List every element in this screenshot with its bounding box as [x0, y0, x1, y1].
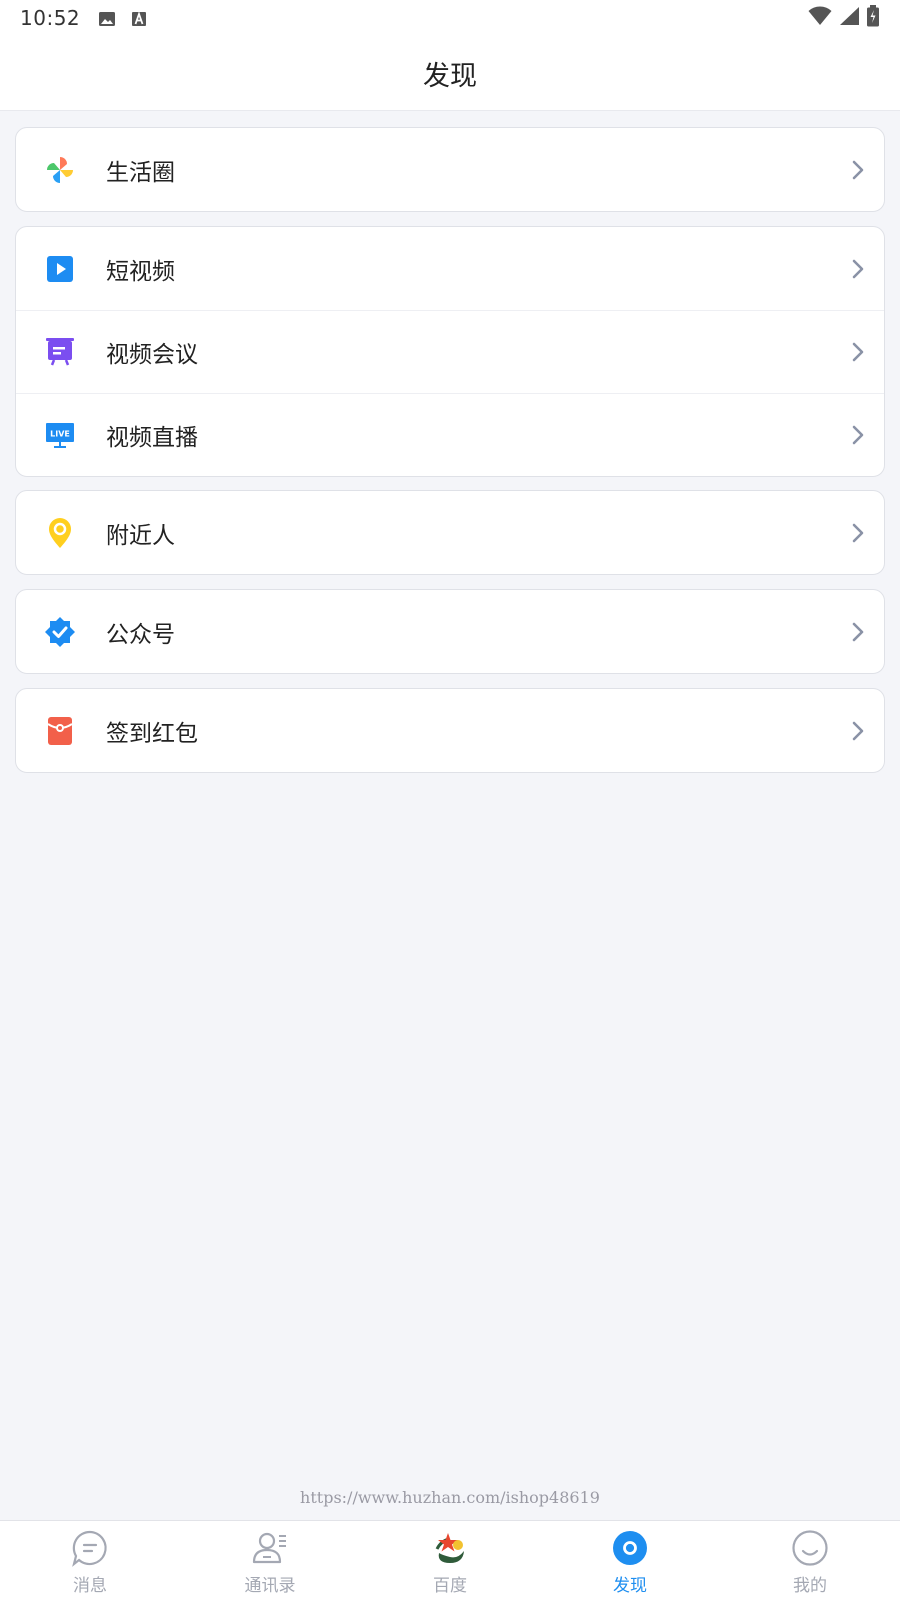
chevron-right-icon	[850, 424, 866, 446]
tab-label: 百度	[433, 1576, 467, 1596]
menu-item-nearby-people[interactable]: 附近人	[16, 491, 884, 574]
tab-label: 通讯录	[244, 1576, 296, 1596]
profile-smile-icon	[791, 1529, 829, 1567]
message-icon	[71, 1529, 109, 1567]
menu-item-video-meeting[interactable]: 视频会议	[16, 310, 884, 393]
bottom-tab-bar: 消息 通讯录 百度 发现 我的	[0, 1520, 900, 1600]
group-nearby: 附近人	[15, 490, 885, 575]
menu-item-official-accounts[interactable]: 公众号	[16, 590, 884, 673]
status-time: 10:52	[20, 6, 81, 30]
tab-contacts[interactable]: 通讯录	[180, 1521, 360, 1600]
chevron-right-icon	[850, 341, 866, 363]
battery-icon	[866, 4, 880, 32]
menu-item-live-stream[interactable]: LIVE 视频直播	[16, 393, 884, 476]
menu-item-checkin-red-envelope[interactable]: 签到红包	[16, 689, 884, 772]
page-title: 发现	[423, 60, 477, 92]
play-icon	[44, 253, 76, 285]
red-envelope-icon	[44, 715, 76, 747]
chevron-right-icon	[850, 522, 866, 544]
menu-item-label: 签到红包	[106, 720, 198, 747]
menu-item-label: 视频直播	[106, 425, 198, 451]
title-bar: 发现	[0, 36, 900, 111]
location-pin-icon	[44, 517, 76, 549]
signal-icon	[838, 6, 860, 31]
verified-badge-icon	[44, 616, 76, 648]
tab-me[interactable]: 我的	[720, 1521, 900, 1600]
tab-baidu[interactable]: 百度	[360, 1521, 540, 1600]
tab-label: 消息	[73, 1576, 107, 1596]
tab-label: 发现	[613, 1576, 647, 1596]
chevron-right-icon	[850, 159, 866, 181]
group-life-circle: 生活圈	[15, 127, 885, 212]
app-logo-icon	[431, 1529, 469, 1567]
image-icon	[98, 9, 116, 27]
status-bar: 10:52	[0, 0, 900, 36]
svg-text:LIVE: LIVE	[50, 430, 70, 439]
discover-icon	[611, 1529, 649, 1567]
pinwheel-icon	[44, 154, 76, 186]
menu-item-label: 视频会议	[106, 342, 198, 368]
chevron-right-icon	[850, 720, 866, 742]
contacts-icon	[251, 1529, 289, 1567]
status-right-icons	[808, 4, 880, 32]
group-official-accounts: 公众号	[15, 589, 885, 674]
wifi-icon	[808, 6, 832, 31]
menu-item-label: 附近人	[106, 522, 175, 549]
a-badge-icon	[130, 9, 148, 27]
live-icon: LIVE	[44, 419, 76, 451]
menu-item-label: 公众号	[106, 621, 175, 648]
tab-messages[interactable]: 消息	[0, 1521, 180, 1600]
tab-discover[interactable]: 发现	[540, 1521, 720, 1600]
watermark-text: https://www.huzhan.com/ishop48619	[300, 1488, 600, 1507]
presentation-icon	[44, 336, 76, 368]
chevron-right-icon	[850, 258, 866, 280]
menu-item-short-video[interactable]: 短视频	[16, 227, 884, 310]
chevron-right-icon	[850, 621, 866, 643]
group-red-envelope: 签到红包	[15, 688, 885, 773]
menu-item-life-circle[interactable]: 生活圈	[16, 128, 884, 211]
menu-item-label: 生活圈	[106, 159, 175, 186]
tab-label: 我的	[793, 1576, 827, 1596]
menu-item-label: 短视频	[106, 258, 175, 285]
group-video: 短视频 视频会议 LIVE 视频直播	[15, 226, 885, 477]
